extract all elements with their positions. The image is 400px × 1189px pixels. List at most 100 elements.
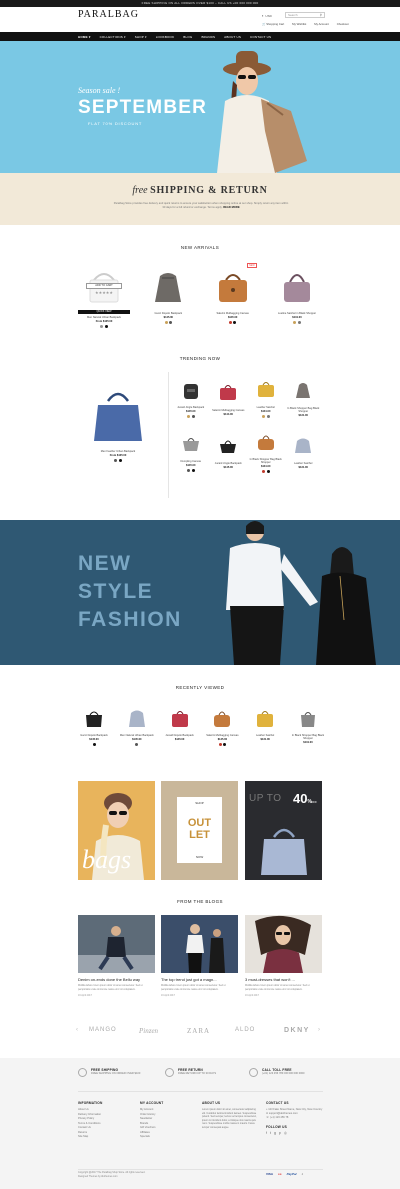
product-name[interactable]: Gucci Dopolo Backpack	[75, 734, 113, 737]
product-card[interactable]: Lueline Satchel in Black Shopper $131.00	[271, 262, 323, 328]
featured-product-card[interactable]: Men Feather Urban Backpack From $125.00	[83, 378, 153, 462]
product-card[interactable]: Jucaid Jingle Backpack $145.00	[174, 374, 208, 418]
blog-image[interactable]	[245, 915, 322, 973]
brand-logo[interactable]: ZARA	[187, 1027, 210, 1035]
blog-post[interactable]: Denim on-ends done the Bellu way Molliti…	[78, 915, 155, 997]
product-card[interactable]: ADD TO CART ★★★★★ QUICK VIEW Men Natural…	[78, 262, 130, 328]
product-image[interactable]	[271, 262, 323, 310]
product-card[interactable]: Leather Satchel $131.00	[249, 374, 283, 418]
brand-logo[interactable]: MANGO	[89, 1027, 117, 1033]
product-name[interactable]: Salerini Mulbagging Canvas	[207, 312, 259, 315]
product-card[interactable]: Jucaid Dopolo Backpack $145.00	[161, 702, 199, 746]
product-name[interactable]: Salerini Mulbagging Canvas	[211, 409, 245, 412]
product-image[interactable]	[249, 374, 283, 404]
quick-view-button[interactable]: QUICK VIEW	[78, 310, 130, 314]
promo-upto-tile[interactable]: UP TO 40% OFF	[245, 781, 322, 880]
facebook-icon[interactable]: f	[266, 1131, 267, 1135]
blog-post[interactable]: The top trend just got a magn... Molliti…	[161, 915, 238, 997]
product-name[interactable]: Men Natural Urban Backpack	[118, 734, 156, 737]
september-sale-banner[interactable]: Season sale ! SEPTEMBER FLAT 70% DISCOUN…	[0, 41, 400, 173]
product-name[interactable]: Men Natural Urban Backpack	[78, 316, 130, 319]
nav-about[interactable]: ABOUT US	[224, 35, 241, 39]
product-name[interactable]: Jucaid Jingle Backpack	[211, 462, 245, 465]
product-card[interactable]: Leather Satchel $131.00	[246, 702, 284, 746]
product-image[interactable]	[211, 430, 245, 460]
read-more-link[interactable]: READ MORE	[223, 206, 239, 209]
brand-logo[interactable]: Pinzen	[139, 1027, 158, 1035]
product-name[interactable]: Salerini Mulbagging Canvas	[203, 734, 241, 737]
product-image[interactable]	[211, 377, 245, 407]
brands-prev-icon[interactable]: ‹	[76, 1027, 78, 1033]
product-card[interactable]: In Black Shopper Bag Black Shopper $131.0…	[289, 702, 327, 746]
product-card[interactable]: Leather Satchel $131.00	[286, 430, 320, 469]
shopping-cart-link[interactable]: 🛒 Shopping Cart	[262, 22, 284, 26]
brand-logo[interactable]: ALDO	[235, 1027, 255, 1033]
wishlist-link[interactable]: My Wishlist	[292, 22, 306, 26]
brand-logo[interactable]: DKNY	[284, 1027, 310, 1034]
product-name[interactable]: Dumpling Canvas	[174, 460, 208, 463]
pinterest-icon[interactable]: p	[279, 1131, 281, 1135]
product-image[interactable]: NEW	[207, 262, 259, 310]
nav-collections[interactable]: COLLECTIONS ▾	[100, 35, 126, 39]
account-link[interactable]: My Account	[314, 22, 328, 26]
googleplus-icon[interactable]: g	[274, 1131, 276, 1135]
product-image[interactable]	[83, 378, 153, 448]
product-card[interactable]: NEW Salerini Mulbagging Canvas $145.00	[207, 262, 259, 328]
product-image[interactable]	[286, 430, 320, 460]
product-name[interactable]: Jucaid Jingle Backpack	[174, 406, 208, 409]
product-name[interactable]: Leather Satchel	[246, 734, 284, 737]
brands-next-icon[interactable]: ›	[318, 1027, 320, 1033]
search-input[interactable]: Search ⚲	[285, 12, 325, 18]
product-card[interactable]: Gucci Dopolo Backpack $145.00	[75, 702, 113, 746]
search-icon[interactable]: ⚲	[320, 13, 322, 17]
product-name[interactable]: Lueline Satchel in Black Shopper	[271, 312, 323, 315]
product-image[interactable]	[203, 702, 241, 732]
color-swatches[interactable]	[78, 325, 130, 328]
product-image[interactable]	[75, 702, 113, 732]
product-card[interactable]: Jucaid Jingle Backpack $145.00	[211, 430, 245, 469]
checkout-link[interactable]: Checkout	[337, 22, 349, 26]
product-image[interactable]	[161, 702, 199, 732]
product-name[interactable]: Leather Satchel	[249, 406, 283, 409]
color-swatches[interactable]	[83, 459, 153, 462]
product-image[interactable]	[249, 426, 283, 456]
promo-outlet-tile[interactable]: SHOP OUT LET NOW	[161, 781, 238, 880]
currency-selector[interactable]: ▪ USD	[262, 13, 272, 18]
product-image[interactable]	[174, 374, 208, 404]
product-card[interactable]: Gucci Dopolo Backpack $145.00	[142, 262, 194, 328]
product-image[interactable]	[289, 702, 327, 732]
product-name[interactable]: Gucci Dopolo Backpack	[142, 312, 194, 315]
product-card[interactable]: In Black Shopper Bag Black Shopper $131.0…	[286, 375, 320, 417]
footer-link[interactable]: Site Map	[78, 1135, 128, 1140]
product-name[interactable]: In Black Shopper Bag Black Shopper	[286, 407, 320, 413]
nav-lookbook[interactable]: LOOKBOOK	[156, 35, 175, 39]
blog-post[interactable]: 3 must-dresses that won't ... Mollitia l…	[245, 915, 322, 997]
nav-shop[interactable]: SHOP ▾	[135, 35, 147, 39]
site-logo[interactable]: PARALBAG	[78, 9, 139, 20]
product-name[interactable]: In Black Shopper Bag Black Shopper	[289, 734, 327, 740]
product-image[interactable]	[246, 702, 284, 732]
color-swatches[interactable]	[142, 321, 194, 324]
product-image[interactable]: ADD TO CART ★★★★★	[78, 262, 130, 310]
product-name[interactable]: Jucaid Dopolo Backpack	[161, 734, 199, 737]
blog-image[interactable]	[161, 915, 238, 973]
product-image[interactable]	[286, 375, 320, 405]
product-name[interactable]: In Black Shopper Bag Black Shopper	[249, 458, 283, 464]
designer-credit[interactable]: Designed Themes by Alothemes.com	[78, 1175, 145, 1179]
product-card[interactable]: In Black Shopper Bag Black Shopper $131.0…	[249, 426, 283, 473]
nav-brands[interactable]: BRANDS	[201, 35, 215, 39]
nav-home[interactable]: HOME ▾	[78, 35, 91, 39]
nav-contact[interactable]: CONTACT US	[250, 35, 271, 39]
new-style-fashion-banner[interactable]: NEW STYLE FASHION	[0, 520, 400, 665]
twitter-icon[interactable]: t	[270, 1131, 271, 1135]
footer-link[interactable]: Specials	[140, 1135, 190, 1140]
product-image[interactable]	[174, 428, 208, 458]
blog-title[interactable]: Denim on-ends done the Bellu way	[78, 977, 155, 982]
nav-blog[interactable]: BLOG	[183, 35, 192, 39]
blog-title[interactable]: The top trend just got a magn...	[161, 977, 238, 982]
product-image[interactable]	[118, 702, 156, 732]
product-card[interactable]: Men Natural Urban Backpack $145.00	[118, 702, 156, 746]
color-swatches[interactable]	[207, 321, 259, 324]
product-card[interactable]: Dumpling Canvas $145.00	[174, 428, 208, 472]
product-name[interactable]: Men Feather Urban Backpack	[83, 450, 153, 453]
